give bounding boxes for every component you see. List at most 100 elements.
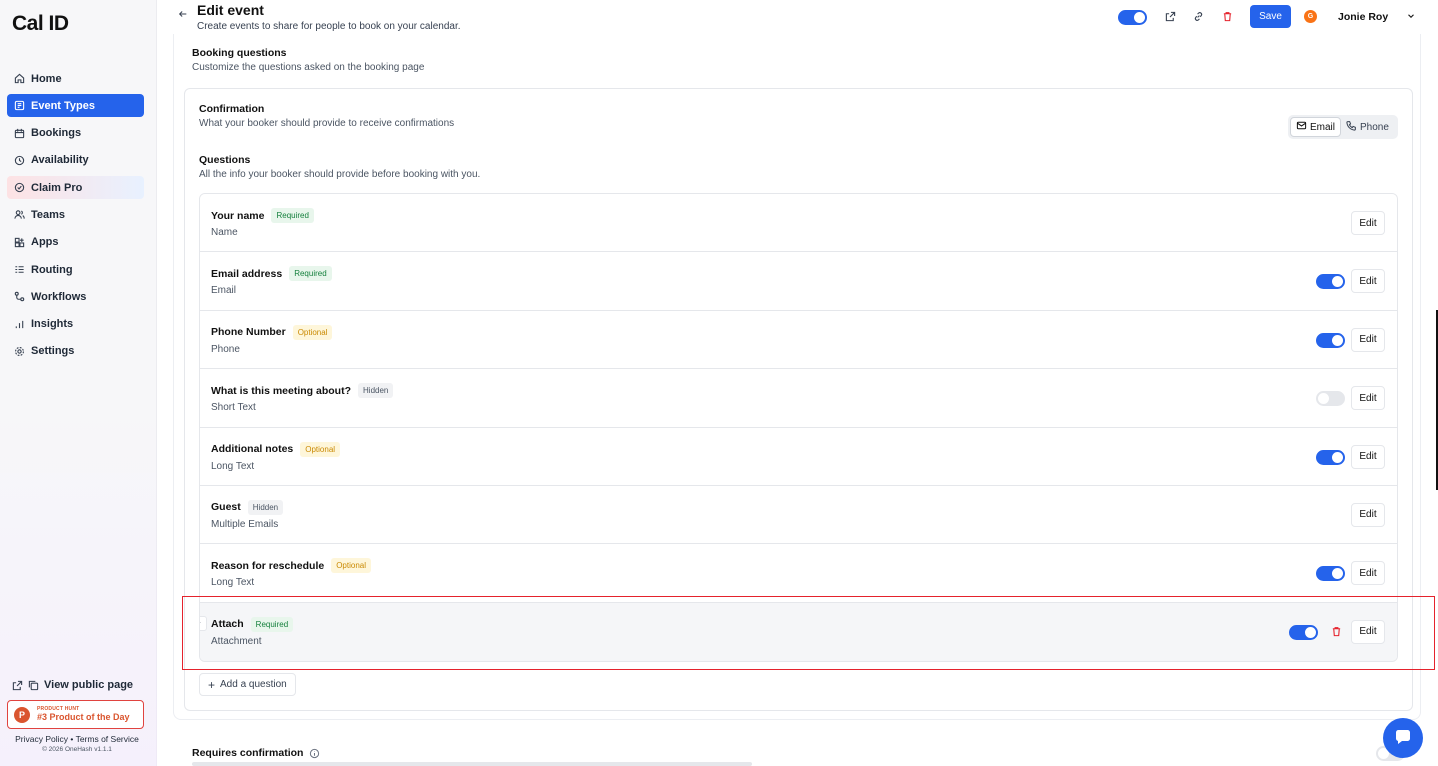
question-visibility-toggle[interactable] xyxy=(1316,566,1345,582)
status-badge: Required xyxy=(289,266,332,282)
edit-button[interactable]: Edit xyxy=(1351,211,1385,235)
confirmation-phone-option[interactable]: Phone xyxy=(1341,117,1394,137)
badge-icon xyxy=(13,182,25,194)
event-types-icon xyxy=(13,100,25,112)
question-type: Long Text xyxy=(211,577,255,589)
chevron-down-icon[interactable] xyxy=(1406,11,1416,24)
sidebar-item-label: Routing xyxy=(31,263,73,276)
legal-links[interactable]: Privacy Policy • Terms of Service xyxy=(7,734,147,744)
save-button[interactable]: Save xyxy=(1250,5,1291,28)
question-label: Reason for reschedule xyxy=(211,559,325,572)
question-label-row: What is this meeting about? Hidden xyxy=(211,383,394,399)
status-badge: Required xyxy=(271,208,314,223)
question-type: Long Text xyxy=(211,460,255,472)
product-hunt-badge[interactable]: P PRODUCT HUNT #3 Product of the Day xyxy=(7,700,144,729)
question-type: Phone xyxy=(211,343,240,355)
hide-from-profile-toggle[interactable] xyxy=(1118,10,1147,25)
question-label: Attach xyxy=(211,618,244,631)
questions-title: Questions xyxy=(199,154,251,166)
mail-icon xyxy=(1296,120,1310,134)
page-subtitle: Create events to share for people to boo… xyxy=(197,21,461,32)
sidebar-item-teams[interactable]: Teams xyxy=(7,203,144,226)
question-visibility-toggle[interactable] xyxy=(1289,624,1318,640)
sidebar-item-routing[interactable]: Routing xyxy=(7,258,144,281)
home-icon xyxy=(13,73,25,85)
link-icon[interactable] xyxy=(1192,10,1205,23)
status-badge: Optional xyxy=(300,441,341,457)
question-row-reason-for-reschedule: Reason for reschedule Optional Long Text… xyxy=(200,544,1397,603)
sidebar-item-event-types[interactable]: Event Types xyxy=(7,94,144,118)
email-option-label: Email xyxy=(1310,121,1336,133)
users-icon xyxy=(13,209,25,221)
avatar[interactable]: G xyxy=(1304,10,1317,23)
edit-button[interactable]: Edit xyxy=(1351,502,1385,527)
sidebar-item-availability[interactable]: Availability xyxy=(7,149,144,172)
status-badge: Required xyxy=(250,616,294,632)
page-header: Edit event Create events to share for pe… xyxy=(158,0,1438,34)
clock-icon xyxy=(13,154,25,166)
question-visibility-toggle[interactable] xyxy=(1316,274,1345,290)
edit-button[interactable]: Edit xyxy=(1351,386,1385,411)
sidebar-item-workflows[interactable]: Workflows xyxy=(7,285,144,308)
sidebar-item-bookings[interactable]: Bookings xyxy=(7,122,144,145)
section-title: Booking questions xyxy=(192,47,287,59)
grid-icon xyxy=(13,236,25,248)
question-label: Phone Number xyxy=(211,326,286,339)
sidebar-item-insights[interactable]: Insights xyxy=(7,313,144,336)
sidebar-item-label: Bookings xyxy=(31,127,82,140)
edit-button[interactable]: Edit xyxy=(1351,619,1385,644)
sidebar: Cal ID Home Event Types Bookings Availab… xyxy=(0,0,157,766)
sidebar-item-label: Teams xyxy=(31,208,66,221)
question-type: Multiple Emails xyxy=(211,518,279,530)
calendar-icon xyxy=(13,127,25,139)
add-question-button[interactable]: + Add a question xyxy=(199,673,296,696)
trash-icon[interactable] xyxy=(1221,10,1234,23)
chat-support-button[interactable] xyxy=(1383,718,1423,758)
sidebar-item-home[interactable]: Home xyxy=(7,67,144,90)
sidebar-item-label: Settings xyxy=(31,345,75,358)
question-label-row: Additional notes Optional xyxy=(211,441,341,457)
question-label-row: Reason for reschedule Optional xyxy=(211,558,371,574)
question-label-row: Phone Number Optional xyxy=(211,324,333,340)
question-label-row: Your name Required xyxy=(211,208,314,223)
sidebar-item-label: Event Types xyxy=(31,99,95,112)
info-icon[interactable] xyxy=(309,748,320,759)
question-row-guest: Guest Hidden Multiple Emails Edit xyxy=(200,485,1397,545)
move-up-arrow-icon[interactable]: ↑ xyxy=(200,615,207,631)
sidebar-item-label: Apps xyxy=(31,236,59,249)
back-arrow-icon[interactable] xyxy=(178,9,190,21)
view-public-page-link[interactable]: View public page xyxy=(7,676,147,694)
gear-icon xyxy=(13,345,25,357)
section-description: Customize the questions asked on the boo… xyxy=(192,62,425,73)
trash-icon[interactable] xyxy=(1327,623,1345,641)
question-type: Email xyxy=(211,285,237,297)
question-visibility-toggle[interactable] xyxy=(1316,391,1345,407)
question-label: Email address xyxy=(211,267,283,280)
sidebar-item-settings[interactable]: Settings xyxy=(7,340,144,363)
question-visibility-toggle[interactable] xyxy=(1316,449,1345,465)
sidebar-item-claim-pro[interactable]: Claim Pro xyxy=(7,176,144,200)
status-badge: Optional xyxy=(331,558,371,574)
edit-button[interactable]: Edit xyxy=(1351,444,1385,469)
sidebar-item-apps[interactable]: Apps xyxy=(7,231,144,254)
phone-option-label: Phone xyxy=(1360,121,1389,133)
view-public-page-label: View public page xyxy=(44,679,134,691)
edit-button[interactable]: Edit xyxy=(1351,327,1385,352)
user-name[interactable]: Jonie Roy xyxy=(1338,11,1388,23)
external-link-icon[interactable] xyxy=(1164,10,1177,23)
sidebar-item-label: Insights xyxy=(31,318,74,331)
sidebar-footer: View public page P PRODUCT HUNT #3 Produ… xyxy=(7,676,147,753)
sidebar-item-label: Availability xyxy=(31,154,89,167)
edit-button[interactable]: Edit xyxy=(1351,561,1385,586)
edit-button[interactable]: Edit xyxy=(1351,269,1385,294)
question-row-your-name: Your name Required Name Edit xyxy=(200,194,1397,253)
requires-confirmation-label: Requires confirmation xyxy=(192,747,304,759)
app-logo[interactable]: Cal ID xyxy=(12,12,69,36)
requires-confirmation-description xyxy=(192,762,752,766)
confirmation-email-option[interactable]: Email xyxy=(1290,117,1342,137)
workflow-icon xyxy=(13,291,25,303)
status-badge: Hidden xyxy=(358,383,394,399)
question-visibility-toggle[interactable] xyxy=(1316,332,1345,348)
status-badge: Hidden xyxy=(247,499,284,515)
question-label: What is this meeting about? xyxy=(211,384,352,397)
